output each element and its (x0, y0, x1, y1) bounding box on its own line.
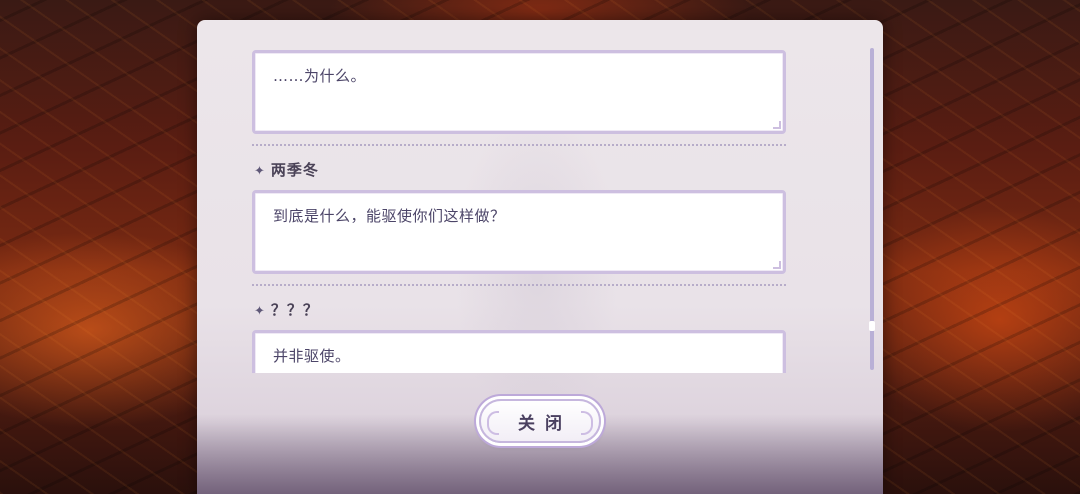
box-corner-ornament (773, 121, 781, 129)
four-point-star-icon: ✦ (254, 164, 266, 179)
entry-divider (252, 144, 786, 146)
speaker-label: ✦ 两季冬 (254, 159, 319, 180)
speaker-label: ✦ ？？？ (254, 299, 319, 320)
dialog-entry-text: 并非驱使。 (273, 347, 351, 365)
dialog-entry-box: 到底是什么，能驱使你们这样做？ (252, 190, 786, 274)
dialog-log-panel: ……为什么。 ✦ 两季冬 到底是什么，能驱使你们这样做？ ✦ ？？？ 并非驱使。… (197, 20, 883, 494)
speaker-name: ？？？ (270, 301, 319, 319)
dialog-log-list[interactable]: ……为什么。 ✦ 两季冬 到底是什么，能驱使你们这样做？ ✦ ？？？ 并非驱使。 (252, 48, 842, 373)
button-ornament-right (581, 411, 593, 435)
four-point-star-icon: ✦ (254, 304, 266, 319)
button-ornament-left (487, 411, 499, 435)
close-button[interactable]: 关闭 (479, 399, 601, 443)
dialog-entry-text: 到底是什么，能驱使你们这样做？ (273, 207, 506, 225)
close-button-label: 关闭 (518, 413, 572, 434)
dialog-entry-box: ……为什么。 (252, 50, 786, 134)
dialog-entry-text: ……为什么。 (273, 67, 367, 85)
scrollbar-track[interactable] (869, 48, 875, 370)
speaker-name: 两季冬 (270, 161, 319, 179)
scrollbar-thumb[interactable] (869, 321, 875, 331)
entry-divider (252, 284, 786, 286)
box-corner-ornament (773, 261, 781, 269)
dialog-entry-box: 并非驱使。 (252, 330, 786, 373)
